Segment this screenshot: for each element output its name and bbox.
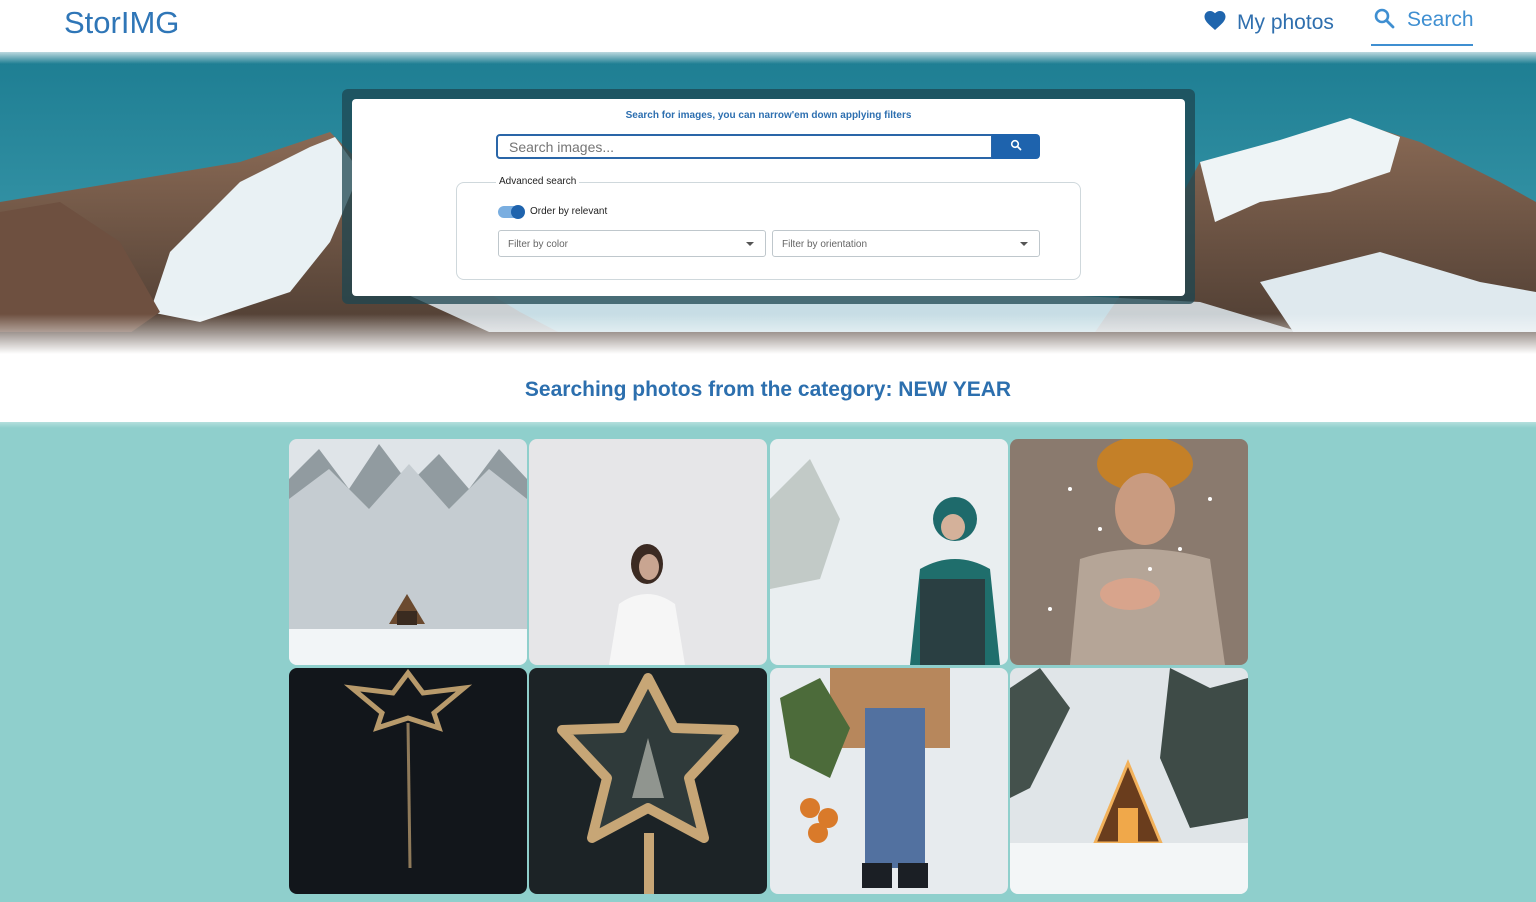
category-title: Searching photos from the category: NEW …: [524, 378, 1012, 401]
hero-bottom-fade: [0, 314, 1536, 354]
category-fade: [0, 410, 1536, 428]
photo-aframe-cabin-lights: [1010, 668, 1248, 894]
photo-woman-green-jacket: [770, 439, 1008, 665]
search-icon: [1010, 138, 1022, 156]
photo-frozen-star: [529, 668, 767, 894]
photo-tile[interactable]: [1010, 668, 1248, 894]
search-card: Search for images, you can narrow'em dow…: [352, 99, 1185, 296]
advanced-search-fieldset: Advanced search Order by relevant Filter…: [456, 176, 1081, 280]
photo-tile[interactable]: [289, 439, 527, 665]
toggle-knob: [511, 205, 525, 219]
advanced-search-legend: Advanced search: [496, 176, 580, 187]
dropdown-arrow-icon: [1020, 242, 1028, 246]
photo-tile[interactable]: [770, 439, 1008, 665]
search-hint: Search for images, you can narrow'em dow…: [625, 110, 912, 121]
color-filter-select[interactable]: Filter by color: [498, 230, 766, 257]
search-button[interactable]: [992, 134, 1040, 159]
nav-search-label: Search: [1407, 8, 1474, 31]
top-navigation-bar: StorIMG My photos Search: [0, 0, 1536, 52]
nav-my-photos[interactable]: My photos: [1203, 8, 1334, 38]
photo-tile[interactable]: [1010, 439, 1248, 665]
search-input[interactable]: [496, 134, 993, 159]
nav-search[interactable]: Search: [1371, 6, 1474, 46]
heart-icon: [1203, 9, 1227, 37]
nav-my-photos-label: My photos: [1237, 11, 1334, 34]
order-by-relevant-toggle[interactable]: [498, 205, 525, 219]
photo-tile[interactable]: [529, 668, 767, 894]
orientation-filter-select[interactable]: Filter by orientation: [772, 230, 1040, 257]
photo-snowy-forest-cabin: [289, 439, 527, 665]
color-filter-placeholder: Filter by color: [508, 239, 569, 250]
photo-pine-branches-oranges: [770, 668, 1008, 894]
photo-tile[interactable]: [770, 668, 1008, 894]
photo-blowing-snow: [1010, 439, 1248, 665]
order-by-relevant-label: Order by relevant: [530, 206, 608, 217]
photo-star-sparkler: [289, 668, 527, 894]
search-icon: [1373, 6, 1397, 38]
brand-logo[interactable]: StorIMG: [64, 5, 179, 41]
dropdown-arrow-icon: [746, 242, 754, 246]
photo-tile[interactable]: [289, 668, 527, 894]
photo-woman-white-sweater: [529, 439, 767, 665]
orientation-filter-placeholder: Filter by orientation: [782, 239, 868, 250]
hero-top-fade: [0, 52, 1536, 64]
photo-tile[interactable]: [529, 439, 767, 665]
